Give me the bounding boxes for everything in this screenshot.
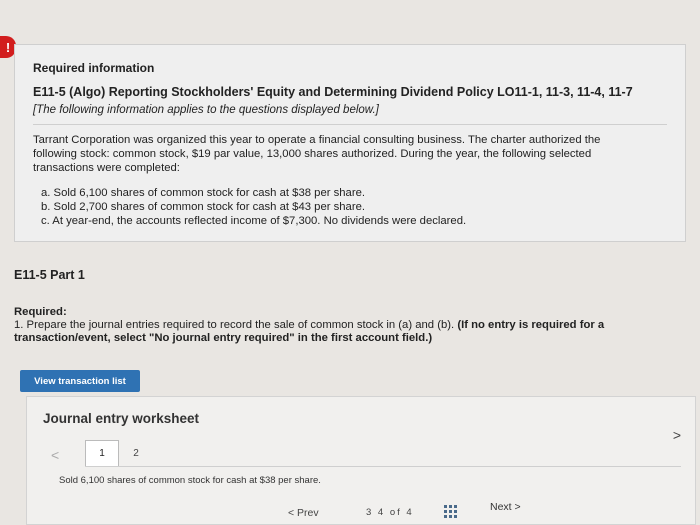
worksheet-title: Journal entry worksheet: [43, 411, 200, 426]
required-text: 1. Prepare the journal entries required …: [14, 319, 455, 331]
transaction-b: b. Sold 2,700 shares of common stock for…: [41, 201, 366, 213]
divider: [33, 124, 667, 125]
transaction-list: a. Sold 6,100 shares of common stock for…: [33, 187, 667, 228]
grid-icon[interactable]: [444, 505, 457, 518]
worksheet-tab-1[interactable]: 1: [85, 440, 119, 466]
part-title: E11-5 Part 1: [14, 268, 85, 282]
next-button[interactable]: Next >: [490, 501, 521, 513]
chevron-right-icon[interactable]: >: [673, 427, 681, 443]
bottom-navigation: < Prev 3 4 of 4 Next >: [0, 497, 700, 525]
tab-divider: [85, 466, 681, 467]
required-information-heading: Required information: [33, 61, 155, 75]
transaction-a: a. Sold 6,100 shares of common stock for…: [41, 187, 366, 199]
problem-intro: Tarrant Corporation was organized this y…: [33, 134, 601, 174]
exercise-title: E11-5 (Algo) Reporting Stockholders' Equ…: [33, 85, 633, 99]
worksheet-tab-2[interactable]: 2: [119, 440, 153, 466]
chevron-left-icon[interactable]: <: [51, 447, 59, 463]
worksheet-description: Sold 6,100 shares of common stock for ca…: [59, 475, 321, 486]
view-transaction-list-button[interactable]: View transaction list: [20, 370, 140, 392]
required-label: Required:: [14, 306, 67, 318]
required-information-panel: Required information E11-5 (Algo) Report…: [14, 44, 686, 242]
transaction-c: c. At year-end, the accounts reflected i…: [41, 215, 467, 227]
page-indicator[interactable]: 3 4 of 4: [366, 507, 414, 518]
required-instructions: Required: 1. Prepare the journal entries…: [14, 306, 614, 345]
info-note: [The following information applies to th…: [33, 104, 379, 116]
prev-button[interactable]: < Prev: [288, 507, 319, 519]
